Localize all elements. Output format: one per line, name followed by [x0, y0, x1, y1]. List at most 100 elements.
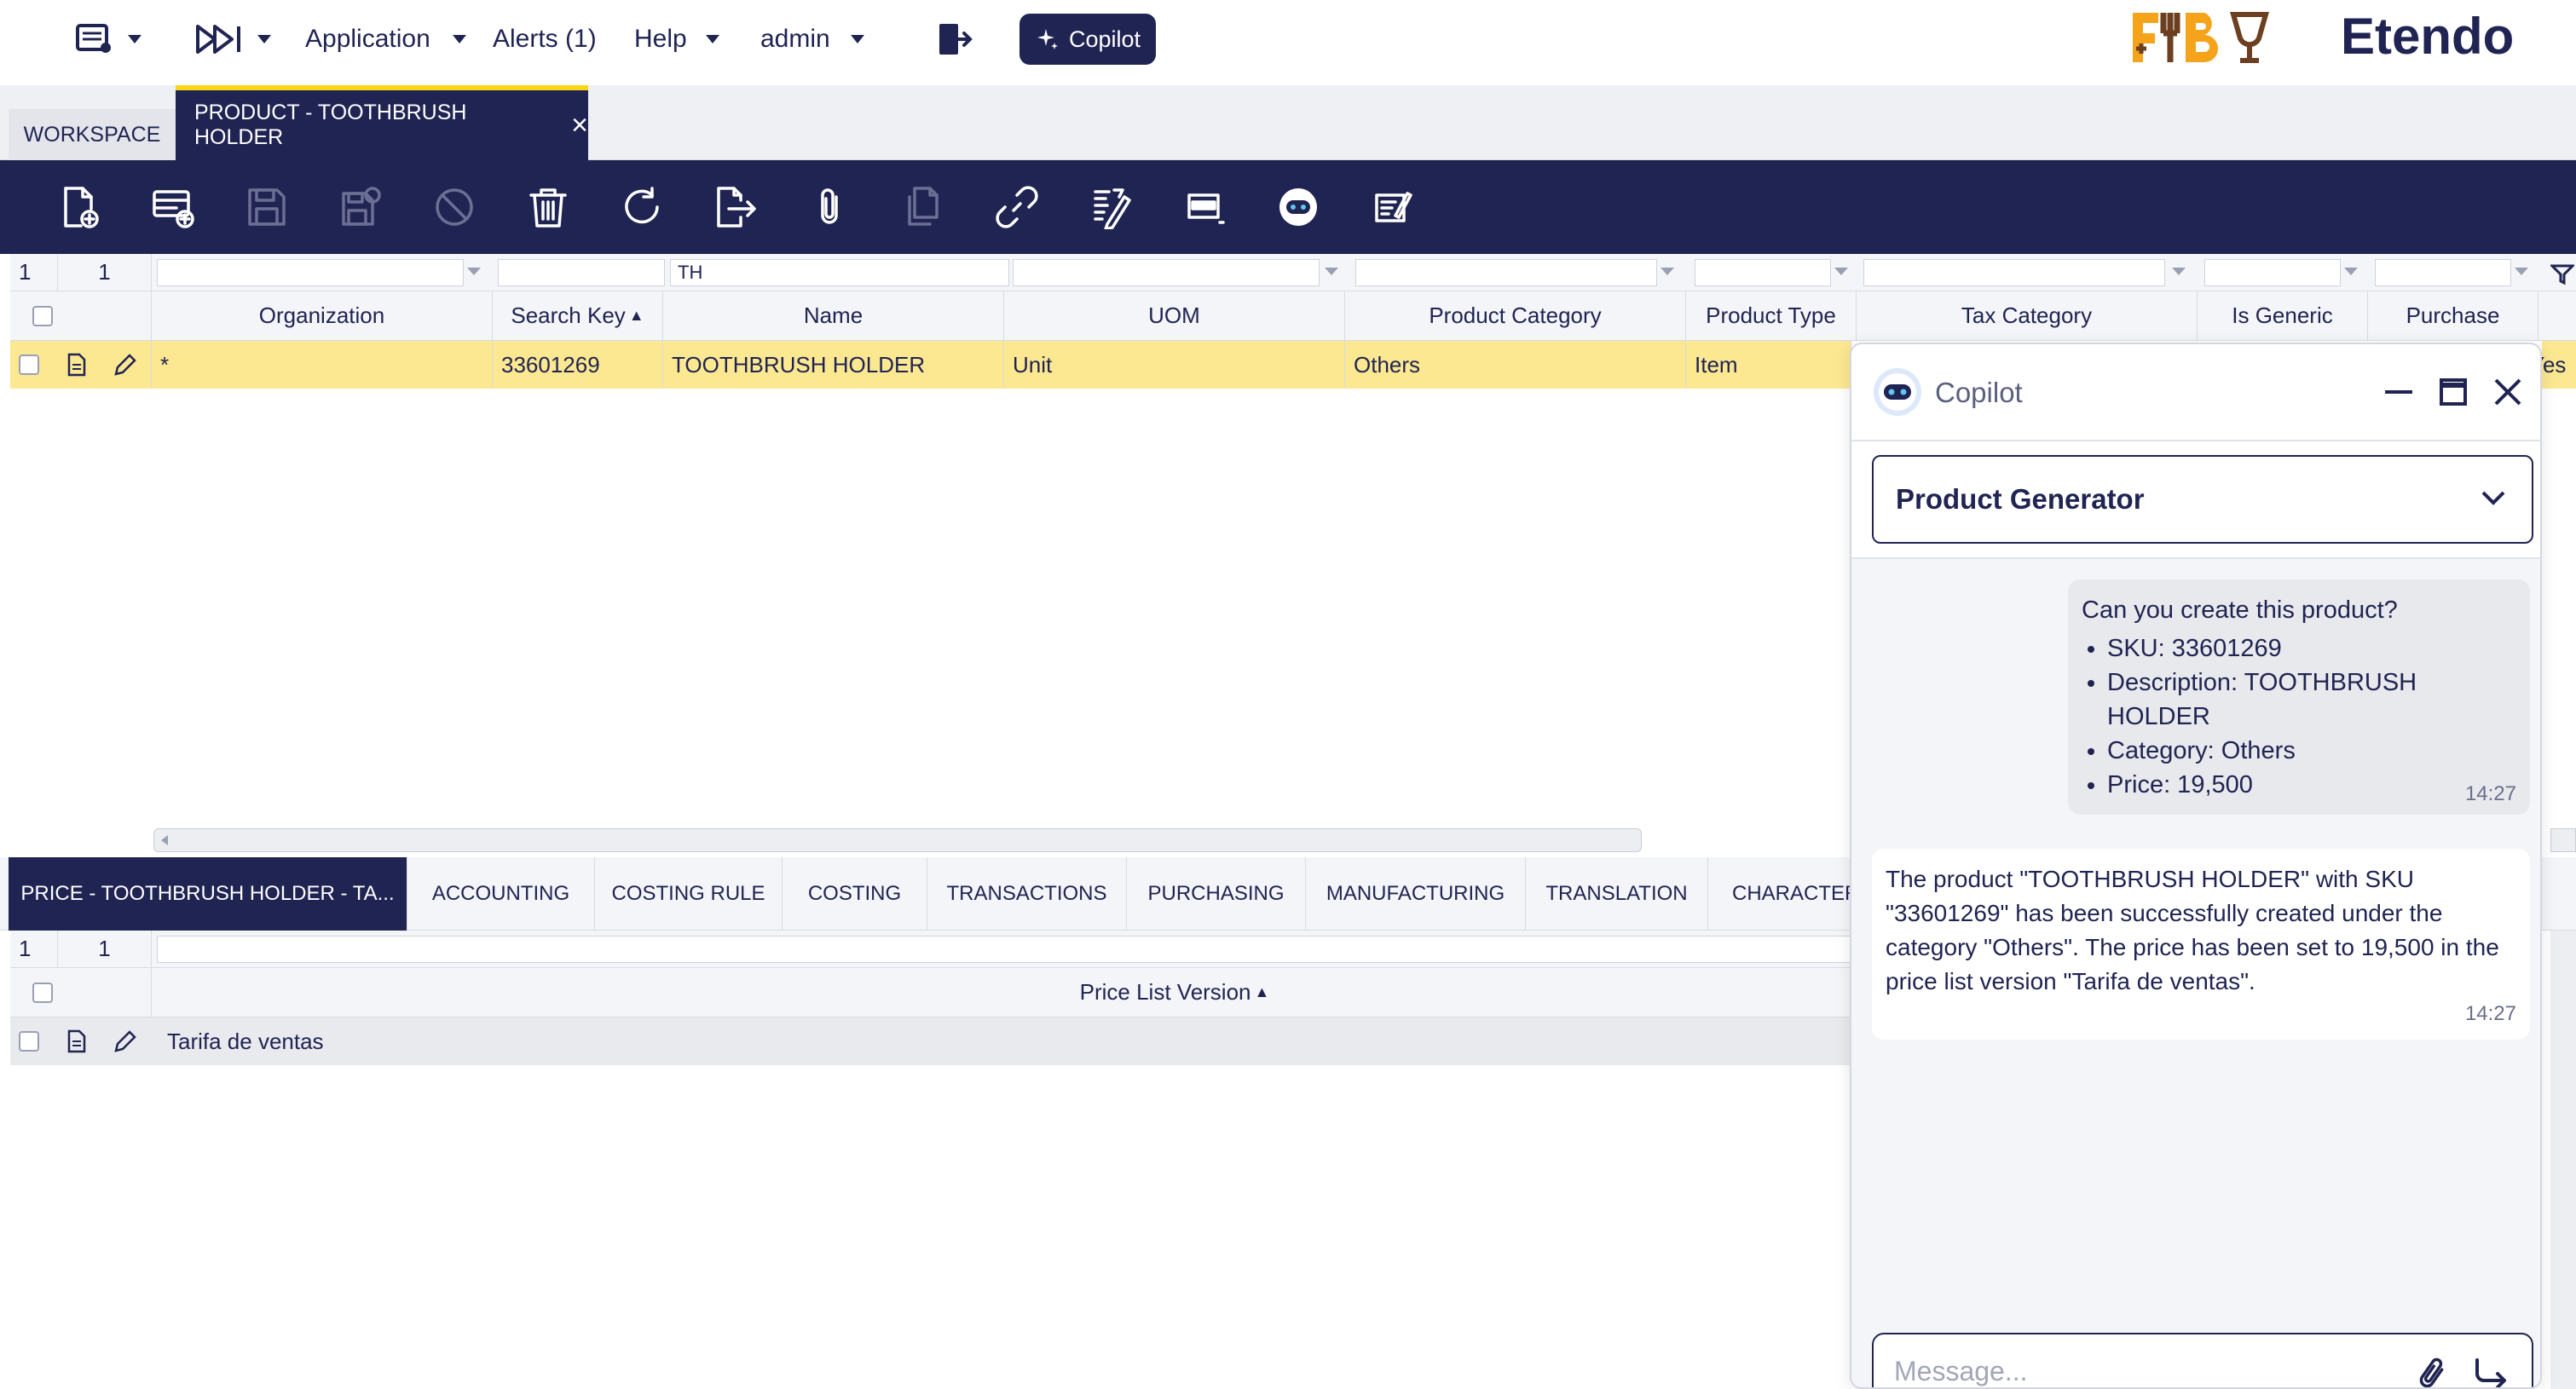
purchase-filter[interactable] [2375, 259, 2511, 286]
cell-purchase[interactable]: Yes [2542, 341, 2576, 389]
tab-costing[interactable]: COSTING [783, 857, 927, 931]
chevron-down-icon[interactable] [2172, 268, 2186, 275]
save-button[interactable] [239, 179, 295, 235]
select-all-checkbox[interactable] [32, 305, 53, 326]
tab-purchasing[interactable]: PURCHASING [1127, 857, 1306, 931]
send-icon[interactable] [2472, 1357, 2510, 1389]
product-category-filter[interactable] [1355, 259, 1657, 286]
column-is-generic[interactable]: Is Generic [2198, 291, 2368, 340]
close-icon[interactable] [2489, 373, 2527, 411]
cell-product-type[interactable]: Item [1686, 341, 1851, 389]
copilot-toolbar-button[interactable] [1270, 179, 1326, 235]
tab-manufacturing[interactable]: MANUFACTURING [1306, 857, 1526, 931]
delete-button[interactable] [520, 179, 576, 235]
cell-price-list-version[interactable]: Tarifa de ventas [152, 1017, 663, 1065]
row-checkbox[interactable] [19, 1031, 39, 1052]
cell-product-category[interactable]: Others [1345, 341, 1686, 389]
cell-organization[interactable]: * [152, 341, 493, 389]
scroll-right-button[interactable] [2550, 828, 2576, 852]
column-search-key[interactable]: Search Key ▲ [493, 291, 663, 340]
document-icon[interactable] [66, 353, 87, 377]
refresh-button[interactable] [614, 179, 670, 235]
cancel-button[interactable] [426, 179, 482, 235]
process-button[interactable] [1364, 179, 1420, 235]
column-price-list-version-label: Price List Version [1079, 979, 1251, 1005]
tab-characteristics[interactable]: CHARACTER [1708, 857, 1870, 931]
help-menu[interactable]: Help [634, 0, 719, 78]
attach-button[interactable] [801, 179, 858, 235]
save-close-button[interactable] [332, 179, 389, 235]
alerts-link[interactable]: Alerts (1) [493, 0, 597, 78]
message-input[interactable]: Message... [1872, 1333, 2533, 1389]
price-list-version-filter[interactable] [157, 936, 1853, 963]
column-name[interactable]: Name [663, 291, 1004, 340]
maximize-icon[interactable] [2434, 373, 2472, 411]
message-timestamp: 14:27 [2464, 782, 2516, 805]
user-menu[interactable]: admin [760, 0, 864, 78]
name-filter[interactable]: TH [670, 259, 1009, 286]
clone-button[interactable] [895, 179, 951, 235]
tab-translation[interactable]: TRANSLATION [1526, 857, 1708, 931]
minimize-icon[interactable] [2380, 373, 2417, 411]
column-product-category[interactable]: Product Category [1345, 291, 1686, 340]
export-icon [717, 187, 756, 228]
tab-accounting[interactable]: ACCOUNTING [407, 857, 595, 931]
export-button[interactable] [708, 179, 764, 235]
new-document-icon [64, 187, 99, 228]
horizontal-scrollbar[interactable] [153, 828, 1642, 852]
chevron-down-icon[interactable] [1325, 268, 1338, 275]
link-button[interactable] [989, 179, 1045, 235]
tax-category-filter[interactable] [1863, 259, 2165, 286]
copilot-button[interactable]: Copilot [1019, 14, 1156, 65]
document-icon[interactable] [66, 1029, 87, 1053]
application-menu[interactable]: Application [305, 0, 466, 78]
logout-button[interactable] [936, 0, 973, 78]
attach-icon[interactable] [2416, 1355, 2450, 1389]
close-icon[interactable]: × [571, 109, 588, 142]
tab-workspace[interactable]: WORKSPACE [9, 109, 176, 160]
link-icon [996, 186, 1038, 228]
new-document-button[interactable] [51, 179, 107, 235]
column-tax-category[interactable]: Tax Category [1857, 291, 2198, 340]
filter-icon[interactable] [2550, 262, 2574, 286]
tab-product[interactable]: PRODUCT - TOOTHBRUSH HOLDER × [176, 85, 588, 160]
list-item: SKU: 33601269 [2107, 631, 2516, 666]
column-product-type[interactable]: Product Type [1686, 291, 1857, 340]
pencil-icon[interactable] [113, 1029, 138, 1054]
new-row-button[interactable] [145, 179, 201, 235]
cell-search-key[interactable]: 33601269 [493, 341, 663, 389]
recent-views-menu[interactable] [75, 0, 142, 78]
table-row[interactable]: * 33601269 TOOTHBRUSH HOLDER Unit Others… [10, 341, 1851, 389]
toggle-form-button[interactable] [1176, 179, 1233, 235]
scroll-left-icon[interactable] [161, 835, 168, 845]
search-key-filter[interactable] [498, 259, 665, 286]
product-type-filter[interactable] [1695, 259, 1831, 286]
chevron-down-icon[interactable] [2515, 268, 2528, 275]
audit-button[interactable] [1083, 179, 1139, 235]
uom-filter[interactable] [1013, 259, 1320, 286]
tab-transactions[interactable]: TRANSACTIONS [927, 857, 1127, 931]
chevron-down-icon [128, 35, 142, 43]
pencil-icon[interactable] [113, 352, 138, 378]
cell-name[interactable]: TOOTHBRUSH HOLDER [663, 341, 1004, 389]
sub-select-all-checkbox[interactable] [32, 982, 53, 1003]
tab-costing-rule[interactable]: COSTING RULE [595, 857, 783, 931]
quick-launch-menu[interactable] [196, 0, 271, 78]
is-generic-filter[interactable] [2204, 259, 2341, 286]
column-purchase[interactable]: Purchase [2368, 291, 2538, 340]
table-row[interactable]: Tarifa de ventas [10, 1017, 1851, 1065]
chevron-down-icon[interactable] [1661, 268, 1674, 275]
vertical-scrollbar[interactable] [2550, 931, 2576, 1389]
cell-uom[interactable]: Unit [1004, 341, 1345, 389]
tab-price[interactable]: PRICE - TOOTHBRUSH HOLDER - TA... [9, 857, 407, 931]
row-checkbox[interactable] [19, 354, 39, 375]
chevron-down-icon[interactable] [2344, 268, 2358, 275]
organization-filter[interactable] [157, 259, 464, 286]
sub-filter-row: 1 1 [10, 931, 1853, 968]
chevron-down-icon[interactable] [1834, 268, 1848, 275]
assistant-select[interactable]: Product Generator [1872, 455, 2533, 544]
chevron-down-icon[interactable] [467, 268, 481, 275]
column-uom[interactable]: UOM [1004, 291, 1345, 340]
column-organization[interactable]: Organization [152, 291, 493, 340]
user-message-intro: Can you create this product? [2082, 597, 2398, 624]
